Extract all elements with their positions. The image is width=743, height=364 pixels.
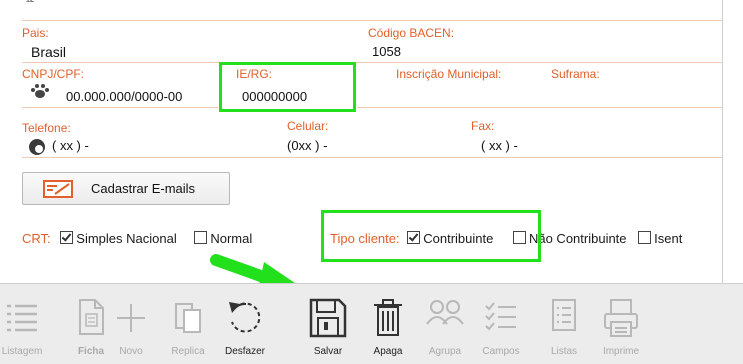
trash-icon: [374, 299, 402, 336]
inscricao-label: Inscrição Municipal:: [396, 67, 502, 81]
desfazer-label: Desfazer: [224, 346, 265, 357]
suframa-label: Suframa:: [551, 67, 600, 81]
crt-normal-checkbox[interactable]: Normal: [194, 231, 252, 246]
document-icon: [79, 299, 104, 335]
divider: [22, 107, 218, 108]
tipo-cliente-highlight-box: [321, 210, 541, 262]
crt-normal-label: Normal: [210, 231, 253, 246]
crt-label: CRT:: [22, 231, 51, 246]
imprime-button[interactable]: Imprime: [594, 284, 648, 364]
copy-icon: [175, 303, 201, 333]
bacen-value[interactable]: 1058: [372, 44, 401, 59]
listas-label: Listas: [550, 346, 578, 357]
salvar-label: Salvar: [313, 346, 343, 357]
save-icon: [309, 298, 347, 338]
divider: [357, 107, 722, 108]
imprime-label: Imprime: [602, 346, 640, 357]
pais-label: Pais:: [22, 26, 49, 40]
divider: [22, 157, 722, 158]
novo-button[interactable]: Novo: [106, 284, 156, 364]
list-box-icon: [552, 299, 576, 331]
apaga-label: Apaga: [373, 346, 403, 357]
celular-value[interactable]: (0xx ) -: [287, 138, 327, 153]
email-icon: [43, 179, 73, 198]
printer-icon: [604, 299, 638, 337]
telefone-label: Telefone:: [22, 121, 71, 135]
isento-label: Isent: [654, 231, 683, 246]
celular-label: Celular:: [287, 119, 329, 133]
bacen-label: Código BACEN:: [368, 26, 455, 40]
plus-icon: [117, 304, 145, 332]
isento-checkbox[interactable]: Isent: [638, 231, 682, 246]
toolbar: Listagem Ficha Novo Replica Desfazer Sal…: [0, 283, 743, 364]
desfazer-button[interactable]: Desfazer: [218, 284, 272, 364]
replica-label: Replica: [171, 346, 205, 357]
listagem-button[interactable]: Listagem: [0, 284, 44, 364]
cadastrar-emails-label: Cadastrar E-mails: [91, 181, 196, 196]
listagem-label: Listagem: [1, 346, 43, 357]
cnpj-label: CNPJ/CPF:: [22, 67, 85, 81]
apaga-button[interactable]: Apaga: [366, 284, 410, 364]
replica-button[interactable]: Replica: [160, 284, 216, 364]
cnpj-value[interactable]: 00.000.000/0000-00: [66, 89, 182, 104]
divider: [22, 62, 722, 63]
nao-contribuinte-label: Não Contribuinte: [528, 231, 627, 246]
phone-icon[interactable]: [28, 138, 48, 159]
campos-button[interactable]: Campos: [474, 284, 528, 364]
divider: [22, 20, 722, 21]
fax-label: Fax:: [471, 119, 495, 133]
novo-label: Novo: [119, 346, 143, 357]
crt-simples-checkbox[interactable]: Simples Nacional: [60, 231, 177, 246]
pais-value[interactable]: Brasil: [31, 44, 66, 60]
crt-simples-label: Simples Nacional: [76, 231, 177, 246]
cut-off-text: ¹²: [26, 0, 34, 8]
ie-highlight-box: [219, 62, 356, 112]
listas-button[interactable]: Listas: [544, 284, 584, 364]
telefone-value[interactable]: ( xx ) -: [52, 138, 89, 153]
checklist-icon: [485, 302, 516, 331]
undo-icon: [229, 302, 261, 333]
list-icon: [7, 304, 37, 332]
campos-label: Campos: [482, 346, 520, 357]
fax-value[interactable]: ( xx ) -: [481, 138, 518, 153]
ficha-button[interactable]: Ficha: [74, 284, 108, 364]
agrupa-label: Agrupa: [428, 346, 462, 357]
paw-icon[interactable]: [29, 83, 51, 102]
ficha-label: Ficha: [77, 346, 105, 357]
cadastrar-emails-button[interactable]: Cadastrar E-mails: [22, 172, 230, 205]
group-icon: [426, 300, 464, 325]
agrupa-button[interactable]: Agrupa: [420, 284, 470, 364]
salvar-button[interactable]: Salvar: [306, 284, 350, 364]
panel-border: [722, 0, 723, 283]
